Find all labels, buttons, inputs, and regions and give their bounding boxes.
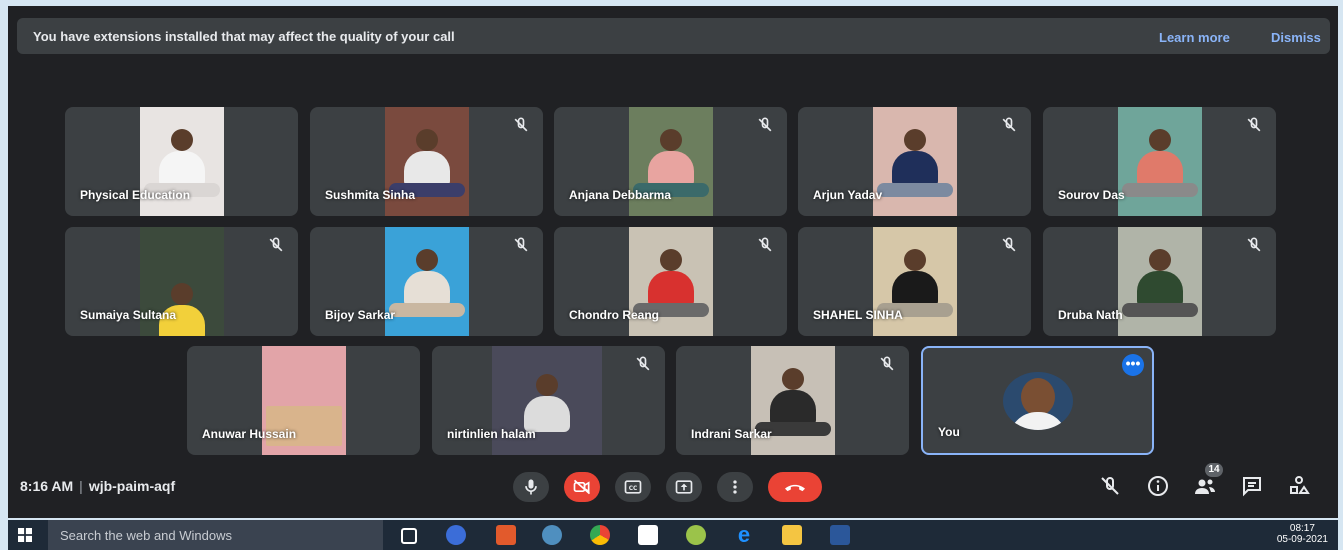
mic-off-icon xyxy=(1002,117,1016,132)
captions-button[interactable]: CC xyxy=(615,472,651,502)
meeting-code: wjb-paim-aqf xyxy=(88,478,176,494)
participant-tile[interactable]: Sushmita Sinha xyxy=(310,107,543,216)
edge-icon[interactable]: e xyxy=(734,524,754,546)
more-options-icon[interactable]: ••• xyxy=(1122,354,1144,376)
participant-name: Physical Education xyxy=(80,188,191,202)
participant-name: nirtinlien halam xyxy=(447,427,536,441)
participant-name: Sumaiya Sultana xyxy=(80,308,177,322)
participant-tile[interactable]: Chondro Reang xyxy=(554,227,787,336)
learn-more-link[interactable]: Learn more xyxy=(1159,30,1230,45)
mic-off-icon xyxy=(1247,117,1261,132)
leave-call-button[interactable] xyxy=(768,472,822,502)
meeting-time: 8:16 AM xyxy=(20,478,74,494)
store-icon[interactable] xyxy=(638,525,658,545)
info-icon[interactable] xyxy=(1146,474,1170,498)
participant-name: Druba Nath xyxy=(1058,308,1123,322)
windows-start-icon[interactable] xyxy=(18,528,32,542)
mic-off-icon xyxy=(758,117,772,132)
participant-video xyxy=(385,227,469,336)
people-icon[interactable] xyxy=(1193,474,1217,498)
file-explorer-icon[interactable] xyxy=(782,525,802,545)
participant-name: SHAHEL SINHA xyxy=(813,308,903,322)
mic-off-icon xyxy=(758,237,772,252)
participant-video xyxy=(1118,227,1202,336)
mute-all-icon[interactable] xyxy=(1098,474,1122,498)
avatar xyxy=(1003,372,1073,430)
participant-tile[interactable]: Bijoy Sarkar xyxy=(310,227,543,336)
present-button[interactable] xyxy=(666,472,702,502)
app-icon[interactable] xyxy=(830,525,850,545)
participant-tile[interactable]: nirtinlien halam xyxy=(432,346,665,455)
system-clock[interactable]: 08:17 05-09-2021 xyxy=(1277,523,1328,545)
participant-name: Bijoy Sarkar xyxy=(325,308,396,322)
participant-tile[interactable]: Sourov Das xyxy=(1043,107,1276,216)
participant-tile[interactable]: Druba Nath xyxy=(1043,227,1276,336)
mic-icon xyxy=(525,479,537,495)
app-icon[interactable] xyxy=(446,525,466,545)
more-options-button[interactable] xyxy=(717,472,753,502)
mic-off-icon xyxy=(1002,237,1016,252)
app-icon[interactable] xyxy=(496,525,516,545)
participant-tile[interactable]: Anjana Debbarma xyxy=(554,107,787,216)
svg-text:CC: CC xyxy=(629,486,638,492)
clock-time: 08:17 xyxy=(1289,523,1315,534)
camera-off-icon xyxy=(573,479,591,495)
mic-off-icon xyxy=(636,356,650,371)
windows-taskbar: Search the web and Windows e 08:17 05-09… xyxy=(8,520,1338,550)
participant-video xyxy=(873,107,957,216)
present-icon xyxy=(675,480,693,494)
camera-button[interactable] xyxy=(564,472,600,502)
participant-name: Anuwar Hussain xyxy=(202,427,297,441)
meet-window: You have extensions installed that may a… xyxy=(8,6,1338,518)
participant-tile[interactable]: Indrani Sarkar xyxy=(676,346,909,455)
meeting-separator: | xyxy=(79,478,83,494)
mic-off-icon xyxy=(1247,237,1261,252)
taskbar-search-input[interactable]: Search the web and Windows xyxy=(48,520,383,550)
meeting-info: 8:16 AM | wjb-paim-aqf xyxy=(20,478,175,494)
chrome-icon[interactable] xyxy=(590,525,610,545)
mic-off-icon xyxy=(514,237,528,252)
self-tile[interactable]: ••• You xyxy=(921,346,1154,455)
hangup-icon xyxy=(785,484,805,492)
more-vert-icon xyxy=(733,480,737,494)
mic-off-icon xyxy=(880,356,894,371)
mic-off-icon xyxy=(269,237,283,252)
clock-date: 05-09-2021 xyxy=(1276,534,1328,545)
chat-icon[interactable] xyxy=(1240,474,1264,498)
captions-icon: CC xyxy=(624,480,642,494)
extension-warning-banner: You have extensions installed that may a… xyxy=(17,18,1330,54)
dismiss-button[interactable]: Dismiss xyxy=(1271,30,1321,45)
people-count-badge: 14 xyxy=(1205,463,1223,477)
mic-off-icon xyxy=(514,117,528,132)
participant-name: Sushmita Sinha xyxy=(325,188,416,202)
participant-tile[interactable]: Anuwar Hussain xyxy=(187,346,420,455)
participant-tile[interactable]: Arjun Yadav xyxy=(798,107,1031,216)
paint-icon[interactable] xyxy=(686,525,706,545)
participant-tile[interactable]: Sumaiya Sultana xyxy=(65,227,298,336)
participant-name: Anjana Debbarma xyxy=(569,188,672,202)
microphone-button[interactable] xyxy=(513,472,549,502)
participant-name: Chondro Reang xyxy=(569,308,659,322)
participant-name: Indrani Sarkar xyxy=(691,427,772,441)
participant-tile[interactable]: Physical Education xyxy=(65,107,298,216)
participant-video xyxy=(1118,107,1202,216)
participant-tile[interactable]: SHAHEL SINHA xyxy=(798,227,1031,336)
participant-name: Sourov Das xyxy=(1058,188,1125,202)
search-placeholder: Search the web and Windows xyxy=(60,528,232,543)
activities-icon[interactable] xyxy=(1287,474,1311,498)
banner-message: You have extensions installed that may a… xyxy=(33,29,455,44)
participant-name: You xyxy=(938,425,960,439)
participant-name: Arjun Yadav xyxy=(813,188,883,202)
task-view-icon[interactable] xyxy=(401,528,417,544)
app-icon[interactable] xyxy=(542,525,562,545)
